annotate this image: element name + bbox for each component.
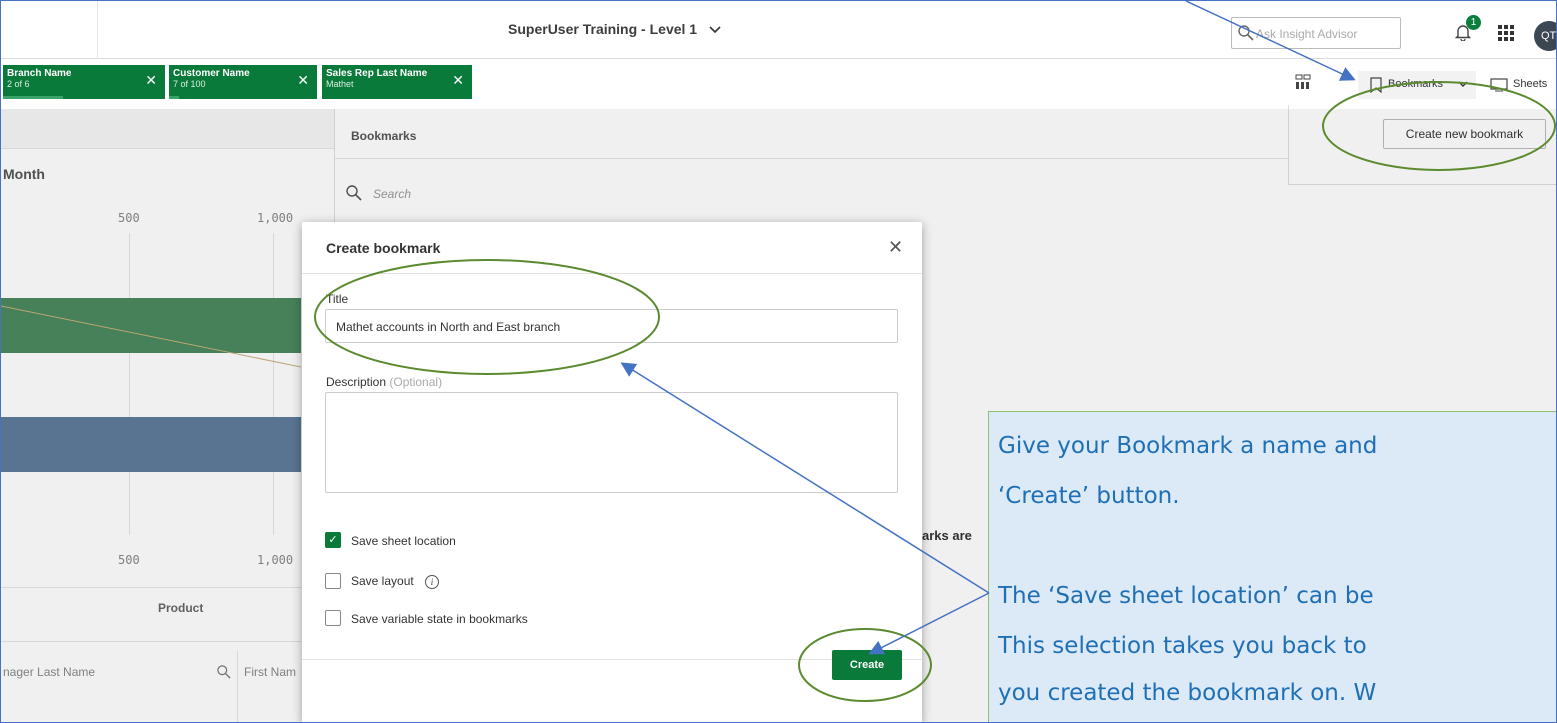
annotation-arrow: [1185, 1, 1356, 81]
highlight-ellipse: [1322, 81, 1556, 171]
annotation-arrow: [868, 592, 990, 655]
annotation-layer: [314, 1, 1556, 702]
annotation-arrow: [620, 362, 990, 594]
screenshot-root: SuperUser Training - Level 1 Ask Insight…: [0, 0, 1557, 723]
highlight-ellipse: [314, 259, 660, 375]
highlight-ellipse: [798, 628, 932, 702]
